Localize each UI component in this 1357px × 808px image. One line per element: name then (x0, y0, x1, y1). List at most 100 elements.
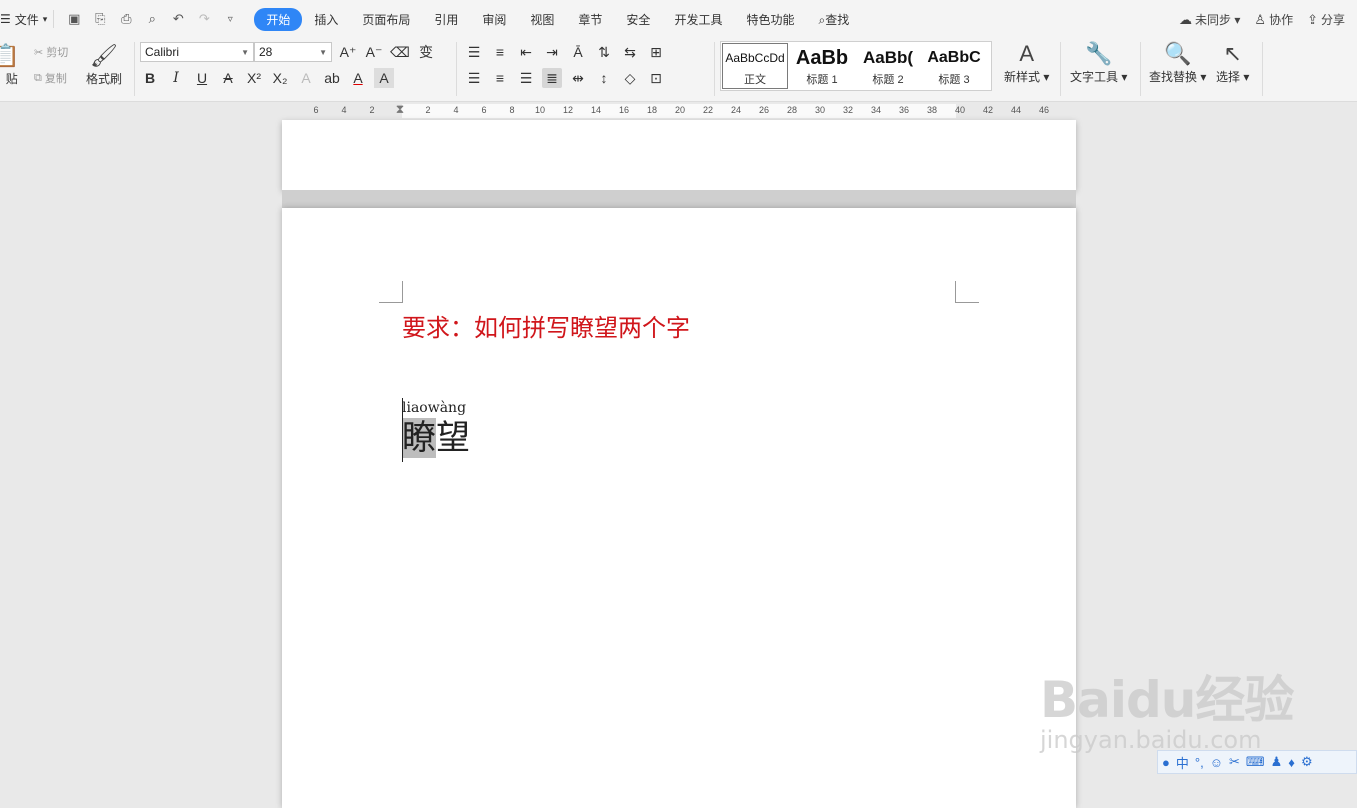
chinese-layout-icon[interactable]: Ā (568, 42, 588, 62)
font-format-tools: B I U A X² X₂ A ab A A (140, 68, 394, 88)
share-button[interactable]: ⇪ 分享 (1307, 11, 1345, 28)
increase-indent-icon[interactable]: ⇥ (542, 42, 562, 62)
tab-home[interactable]: 开始 (254, 7, 303, 31)
superscript-icon[interactable]: X² (244, 68, 264, 88)
justify-icon[interactable]: ≣ (542, 68, 562, 88)
decrease-indent-icon[interactable]: ⇤ (516, 42, 536, 62)
tab-page-layout[interactable]: 页面布局 (350, 8, 422, 31)
collab-button[interactable]: ♙ 协作 (1254, 11, 1293, 28)
sync-status[interactable]: ☁ 未同步 ▾ (1179, 11, 1240, 28)
clear-format-icon[interactable]: ⌫ (390, 42, 410, 62)
bullet-list-icon[interactable]: ☰ (464, 42, 484, 62)
ime-settings-icon[interactable]: ⚙ (1301, 754, 1313, 770)
save-icon[interactable]: ▣ (64, 9, 84, 29)
shrink-font-icon[interactable]: A⁻ (364, 42, 384, 62)
document-page[interactable]: 要求：如何拼写瞭望两个字 liaowàng 瞭望 (282, 208, 1076, 808)
style-preview: AaBbC (927, 49, 981, 66)
strikethrough-icon[interactable]: A (218, 68, 238, 88)
print-icon[interactable]: ⎙ (116, 9, 136, 29)
print-preview-icon[interactable]: ⌕ (142, 9, 162, 29)
ruler-tick: 2 (425, 105, 431, 115)
tab-view[interactable]: 视图 (518, 8, 566, 31)
chevron-down-icon: ▼ (319, 47, 327, 57)
ruler-tick: 10 (534, 105, 546, 115)
table-border-icon[interactable]: ⊡ (646, 68, 666, 88)
font-size-select[interactable]: 28 ▼ (254, 42, 332, 62)
ime-emoji-icon[interactable]: ☺ (1210, 755, 1223, 770)
indent-marker-icon[interactable]: ⧗ (396, 102, 404, 117)
new-style-button[interactable]: A 新样式 ▾ (1004, 40, 1049, 85)
sort-icon[interactable]: ⇅ (594, 42, 614, 62)
align-right-icon[interactable]: ☰ (516, 68, 536, 88)
tab-references[interactable]: 引用 (422, 8, 470, 31)
output-icon[interactable]: ⎘ (90, 9, 110, 29)
shading-icon[interactable]: ◇ (620, 68, 640, 88)
style-heading-1[interactable]: AaBb 标题 1 (789, 42, 855, 90)
align-left-icon[interactable]: ☰ (464, 68, 484, 88)
tab-security[interactable]: 安全 (614, 8, 662, 31)
requirement-text[interactable]: 要求：如何拼写瞭望两个字 (402, 308, 690, 343)
find-replace-button[interactable]: 🔍 查找替换 ▾ (1149, 40, 1206, 85)
italic-icon[interactable]: I (166, 68, 186, 88)
style-normal[interactable]: AaBbCcDd 正文 (722, 43, 788, 89)
tab-section[interactable]: 章节 (566, 8, 614, 31)
ruler-tick: 28 (786, 105, 798, 115)
ime-punct-icon[interactable]: °, (1195, 755, 1204, 770)
tab-developer[interactable]: 开发工具 (662, 8, 734, 31)
tab-insert[interactable]: 插入 (302, 8, 350, 31)
search-button[interactable]: ⌕查找 (806, 8, 861, 31)
undo-icon[interactable]: ↶ (168, 9, 188, 29)
char-shading-icon[interactable]: A (374, 68, 394, 88)
font-name-select[interactable]: Calibri ▼ (140, 42, 254, 62)
redo-icon[interactable]: ↷ (194, 9, 214, 29)
cloud-icon: ☁ (1179, 11, 1193, 27)
font-color-icon[interactable]: A (348, 68, 368, 88)
distributed-icon[interactable]: ⇹ (568, 68, 588, 88)
menu-bar: ☰ 文件 ▾ ▣ ⎘ ⎙ ⌕ ↶ ↷ ▿ 开始 插入 页面布局 引用 审阅 视图… (0, 0, 1357, 38)
menu-icon: ☰ (0, 12, 11, 26)
format-painter-button[interactable]: 🖌 格式刷 (86, 42, 122, 87)
page-separator (282, 190, 1076, 208)
tab-features[interactable]: 特色功能 (734, 8, 806, 31)
phonetic-text[interactable]: 瞭望 (402, 414, 470, 462)
show-marks-icon[interactable]: ⇆ (620, 42, 640, 62)
style-preview: AaBb (795, 47, 849, 69)
highlight-icon[interactable]: ab (322, 68, 342, 88)
watermark: Baidu经验 jingyan.baidu.com (1040, 660, 1294, 754)
text-effect-icon[interactable]: A (296, 68, 316, 88)
ruler-tick: 36 (898, 105, 910, 115)
select-button[interactable]: ↖ 选择 ▾ (1216, 40, 1249, 85)
bold-icon[interactable]: B (140, 68, 160, 88)
numbered-list-icon[interactable]: ≡ (490, 42, 510, 62)
ime-user-icon[interactable]: ♟ (1271, 754, 1283, 770)
style-heading-3[interactable]: AaBbC 标题 3 (921, 42, 987, 90)
character[interactable]: 望 (436, 418, 470, 458)
ime-keyboard-icon[interactable]: ⌨ (1246, 754, 1265, 770)
line-spacing-icon[interactable]: ↕ (594, 68, 614, 88)
style-heading-2[interactable]: AaBb( 标题 2 (855, 42, 921, 90)
paste-label: 贴 (5, 72, 18, 86)
text-tools-button[interactable]: 🔧 文字工具 ▾ (1070, 40, 1127, 85)
tab-review[interactable]: 审阅 (470, 8, 518, 31)
customize-icon[interactable]: ▿ (220, 9, 240, 29)
ime-chinese-icon[interactable]: 中 (1176, 753, 1189, 772)
subscript-icon[interactable]: X₂ (270, 68, 290, 88)
ime-tools-icon[interactable]: ✂ (1229, 754, 1240, 770)
ruler-tick: 16 (618, 105, 630, 115)
selected-character[interactable]: 瞭 (402, 418, 436, 458)
copy-button[interactable]: ⧉ 复制 (34, 70, 67, 86)
ribbon-tabs: 开始 插入 页面布局 引用 审阅 视图 章节 安全 开发工具 特色功能 ⌕查找 (254, 7, 861, 31)
paste-button[interactable]: 📋 贴 (0, 42, 19, 87)
ime-skin-icon[interactable]: ♦ (1288, 755, 1295, 770)
align-center-icon[interactable]: ≡ (490, 68, 510, 88)
file-menu[interactable]: ☰ 文件 ▾ (0, 0, 53, 38)
search-label: 查找 (825, 12, 850, 27)
pinyin-guide-icon[interactable]: 变 (416, 42, 436, 62)
ime-logo-icon[interactable]: ● (1162, 755, 1170, 770)
cut-button[interactable]: ✂ 剪切 (34, 44, 68, 60)
watermark-logo: Baidu经验 (1040, 671, 1294, 729)
grow-font-icon[interactable]: A⁺ (338, 42, 358, 62)
borders-icon[interactable]: ⊞ (646, 42, 666, 62)
underline-icon[interactable]: U (192, 68, 212, 88)
horizontal-ruler[interactable]: 6 4 2 ⧗ 2 4 6 8 10 12 14 16 18 20 22 24 … (0, 102, 1357, 120)
